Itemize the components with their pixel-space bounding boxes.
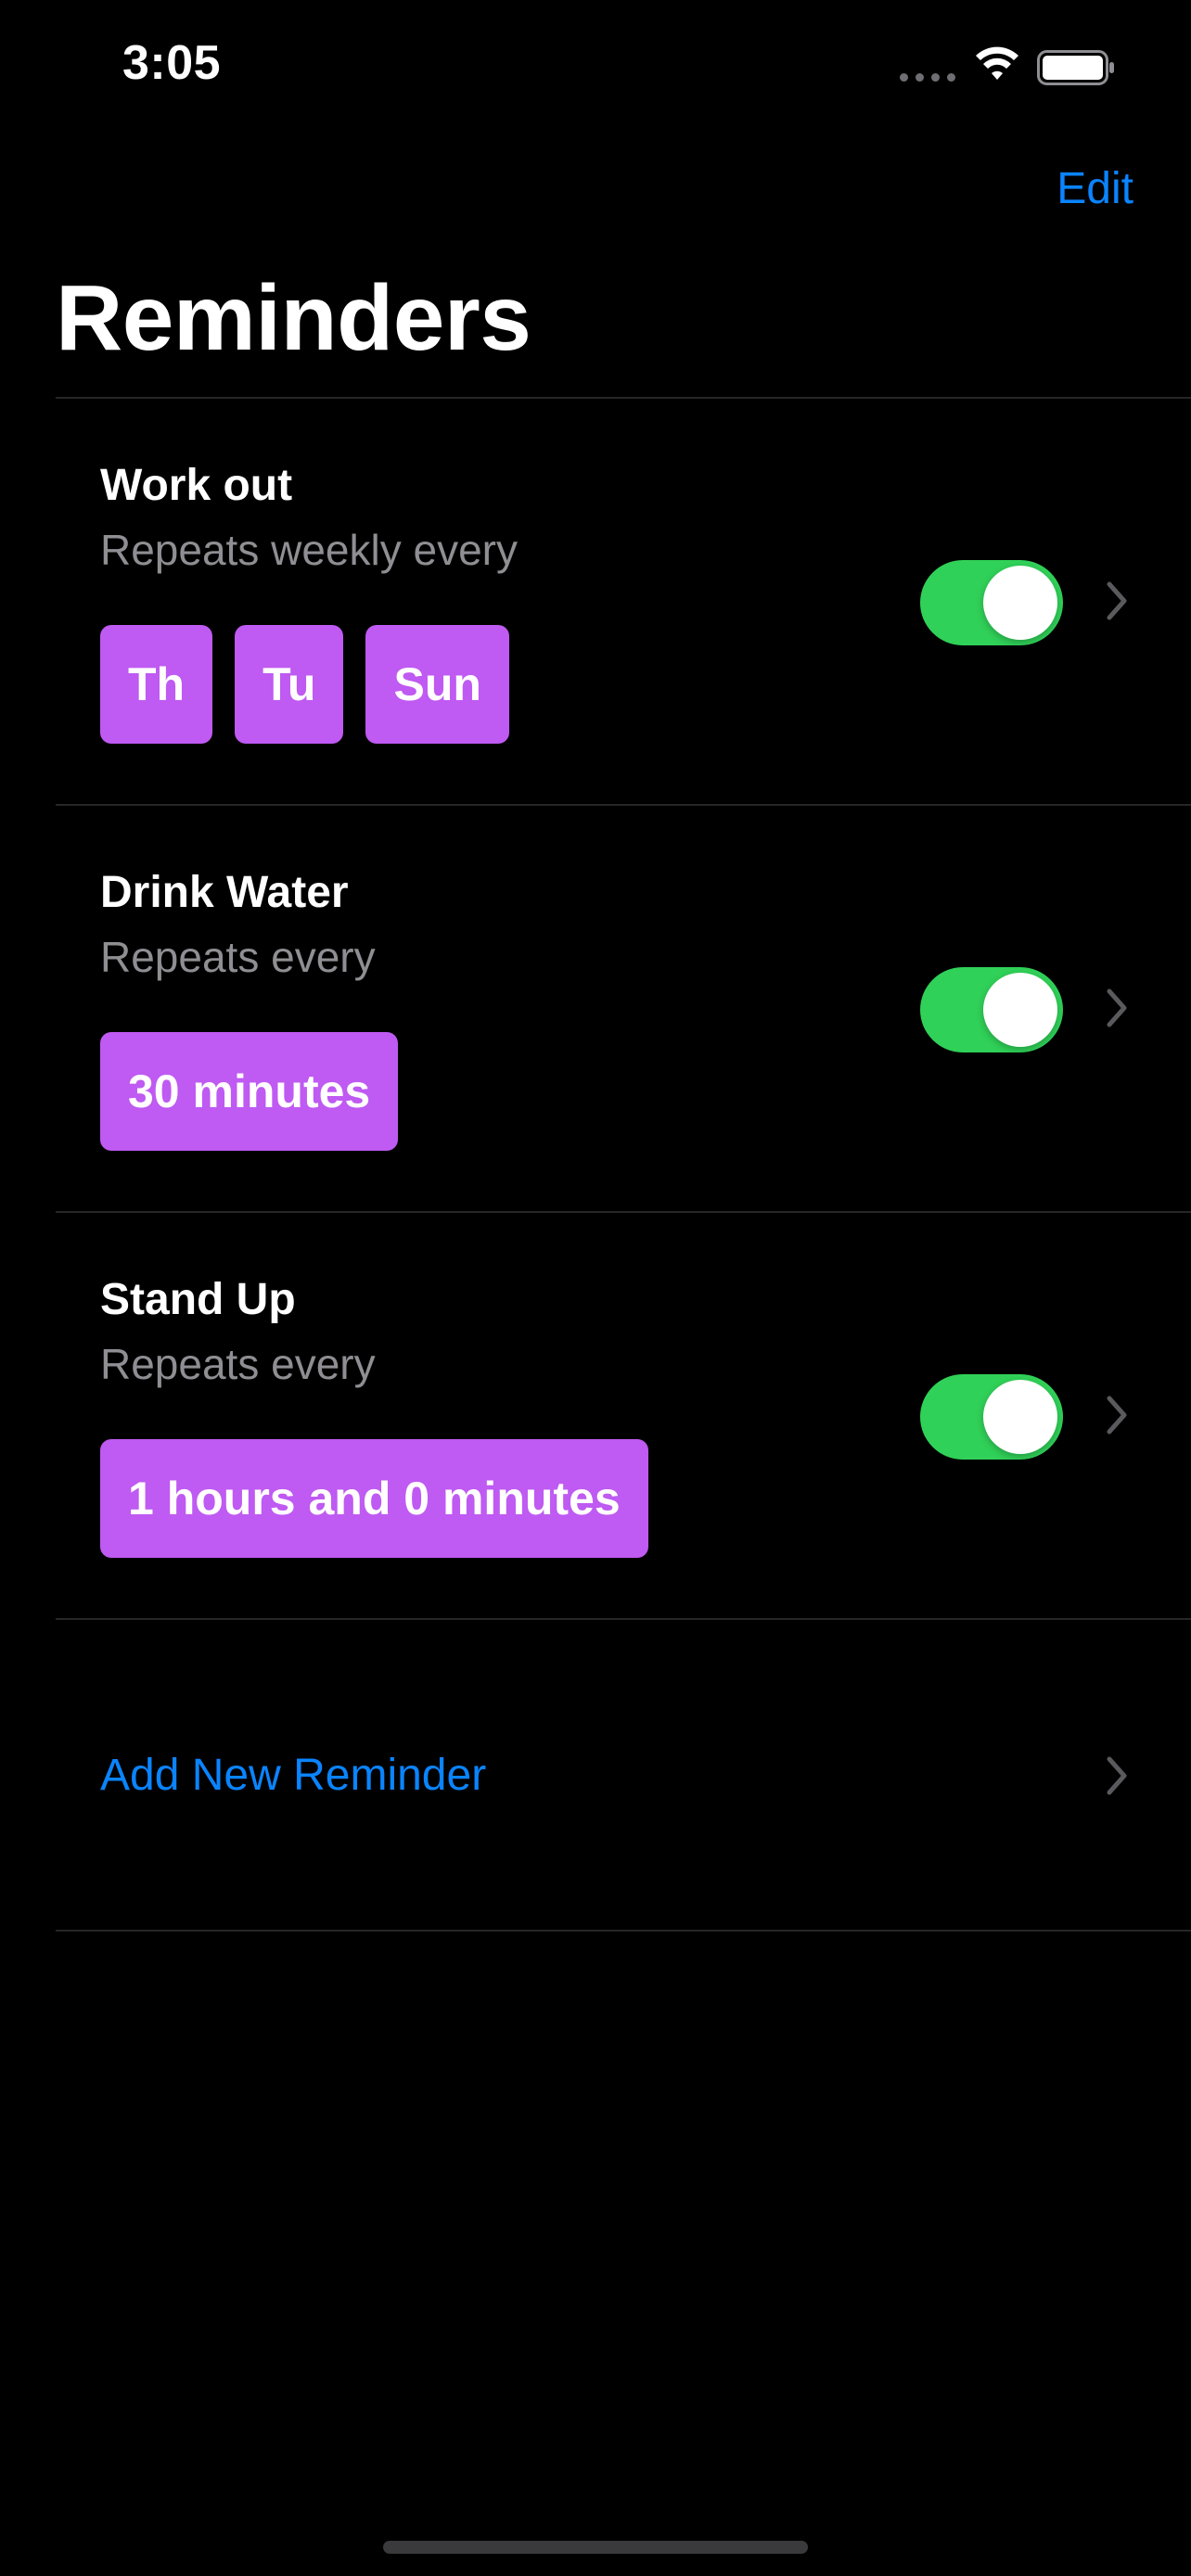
reminder-row-work-out[interactable]: Work out Repeats weekly every Th Tu Sun — [56, 399, 1191, 804]
reminder-repeat-text: Repeats every — [100, 933, 376, 981]
chevron-right-icon — [1107, 988, 1127, 1027]
chevron-right-icon — [1107, 1396, 1127, 1435]
reminder-row-stand-up[interactable]: Stand Up Repeats every 1 hours and 0 min… — [56, 1213, 1191, 1618]
interval-chip: 30 minutes — [100, 1032, 399, 1151]
reminder-repeat-text: Repeats weekly every — [100, 526, 518, 574]
day-chip: Th — [100, 625, 213, 744]
day-chip: Sun — [365, 625, 509, 744]
chevron-right-icon — [1107, 1756, 1127, 1795]
add-new-reminder-label: Add New Reminder — [100, 1751, 487, 1800]
reminder-title: Work out — [100, 461, 293, 510]
reminder-toggle[interactable] — [920, 560, 1063, 645]
battery-icon — [1037, 50, 1114, 85]
day-chip: Tu — [235, 625, 344, 744]
status-time: 3:05 — [122, 36, 222, 90]
reminders-list: Work out Repeats weekly every Th Tu Sun … — [56, 397, 1191, 1932]
toggle-knob — [983, 973, 1057, 1047]
repeat-chips: 30 minutes — [100, 1032, 399, 1151]
reminder-repeat-text: Repeats every — [100, 1340, 376, 1388]
toggle-knob — [983, 1380, 1057, 1454]
toggle-knob — [983, 566, 1057, 640]
repeat-chips: 1 hours and 0 minutes — [100, 1439, 648, 1558]
divider — [56, 1930, 1191, 1932]
home-indicator[interactable] — [383, 2541, 808, 2554]
reminder-row-drink-water[interactable]: Drink Water Repeats every 30 minutes — [56, 806, 1191, 1211]
reminder-title: Stand Up — [100, 1275, 296, 1324]
wifi-icon — [976, 46, 1018, 80]
reminder-toggle[interactable] — [920, 1374, 1063, 1460]
repeat-chips: Th Tu Sun — [100, 625, 509, 744]
edit-button[interactable]: Edit — [1057, 163, 1133, 214]
page-title: Reminders — [56, 266, 531, 370]
cellular-signal-icon — [900, 72, 957, 82]
add-new-reminder-row[interactable]: Add New Reminder — [56, 1620, 1191, 1930]
reminder-title: Drink Water — [100, 868, 349, 917]
interval-chip: 1 hours and 0 minutes — [100, 1439, 648, 1558]
reminder-toggle[interactable] — [920, 967, 1063, 1052]
chevron-right-icon — [1107, 581, 1127, 620]
status-bar: 3:05 — [0, 0, 1191, 130]
